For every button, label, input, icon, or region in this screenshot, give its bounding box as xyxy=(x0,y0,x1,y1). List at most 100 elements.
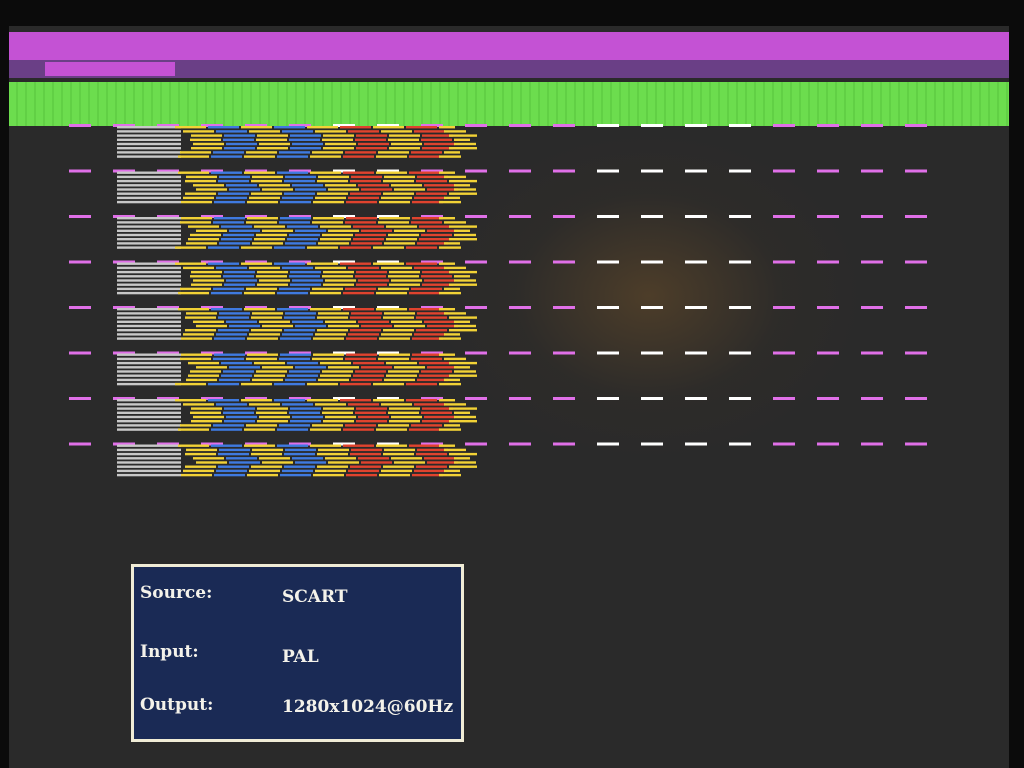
pattern-stripe xyxy=(406,126,437,129)
pattern-stripe xyxy=(247,217,278,220)
pattern-stripe xyxy=(193,320,224,323)
pattern-dash xyxy=(465,351,487,355)
pattern-stripe xyxy=(439,444,455,447)
pattern-stripe xyxy=(262,229,293,232)
pattern-stripe xyxy=(388,275,419,278)
pattern-stripe xyxy=(355,370,386,373)
pattern-stripe xyxy=(350,465,381,468)
pattern-dash xyxy=(773,397,795,400)
pattern-stripe xyxy=(183,266,214,270)
pattern-stripe xyxy=(328,188,359,191)
pattern-stripe xyxy=(218,329,249,332)
pattern-stripe xyxy=(249,403,280,406)
pattern-stripe xyxy=(439,428,461,431)
pattern-stripe xyxy=(325,415,356,419)
pattern-stripe xyxy=(350,316,381,319)
pattern-dash xyxy=(905,397,927,400)
pattern-stripe xyxy=(117,407,181,410)
pattern-stripe xyxy=(279,424,310,427)
pattern-stripe xyxy=(117,415,181,419)
pattern-stripe xyxy=(421,138,452,141)
pattern-stripe xyxy=(247,353,278,356)
pattern-stripe xyxy=(178,171,209,174)
pattern-stripe xyxy=(323,283,354,286)
pattern-stripe xyxy=(454,138,470,141)
pattern-dash xyxy=(817,169,839,173)
pattern-dash xyxy=(905,124,927,127)
pattern-stripe xyxy=(361,461,392,464)
pattern-stripe xyxy=(117,287,181,291)
pattern-dash xyxy=(597,397,619,400)
pattern-stripe xyxy=(318,242,349,245)
pattern-stripe xyxy=(444,266,466,270)
pattern-stripe xyxy=(406,382,437,386)
pattern-stripe xyxy=(318,378,349,382)
pattern-stripe xyxy=(317,179,348,183)
pattern-stripe xyxy=(351,378,382,382)
pattern-stripe xyxy=(208,246,239,249)
pattern-dash xyxy=(465,215,487,218)
pattern-stripe xyxy=(186,175,217,179)
pattern-dash xyxy=(597,351,619,355)
pattern-stripe xyxy=(343,308,374,311)
pattern-stripe xyxy=(216,403,247,406)
pattern-stripe xyxy=(411,287,442,291)
pattern-stripe xyxy=(191,283,222,286)
pattern-dash xyxy=(817,306,839,309)
pattern-stripe xyxy=(361,366,392,369)
pattern-stripe xyxy=(328,461,359,464)
pattern-stripe xyxy=(117,192,181,195)
pattern-stripe xyxy=(117,142,181,146)
pattern-stripe xyxy=(186,448,217,452)
pattern-stripe xyxy=(226,279,257,282)
pattern-stripe xyxy=(449,452,477,456)
pattern-stripe xyxy=(249,266,280,270)
pattern-stripe xyxy=(117,337,181,340)
pattern-stripe xyxy=(246,357,277,361)
pattern-stripe xyxy=(223,275,254,278)
pattern-stripe xyxy=(175,382,206,386)
screen-area: Source: SCART Input: PAL Output: 1280x10… xyxy=(9,26,1009,768)
pattern-dash xyxy=(641,442,663,446)
pattern-stripe xyxy=(117,473,181,477)
pattern-stripe xyxy=(343,291,374,295)
pattern-stripe xyxy=(343,428,374,431)
pattern-stripe xyxy=(241,382,272,386)
pattern-stripe xyxy=(313,200,344,204)
pattern-stripe xyxy=(391,142,422,146)
pattern-stripe xyxy=(226,415,257,419)
pattern-stripe xyxy=(345,424,376,427)
pattern-stripe xyxy=(348,469,379,473)
pattern-stripe xyxy=(188,225,219,228)
pattern-stripe xyxy=(348,333,379,336)
pattern-stripe xyxy=(247,200,278,204)
pattern-stripe xyxy=(409,428,440,431)
pattern-stripe xyxy=(386,225,417,228)
pattern-stripe xyxy=(226,142,257,146)
pattern-stripe xyxy=(214,200,245,204)
pattern-stripe xyxy=(193,142,224,146)
pattern-stripe xyxy=(444,221,466,224)
pattern-stripe xyxy=(280,353,311,356)
pattern-stripe xyxy=(221,225,252,228)
pattern-stripe xyxy=(295,188,326,191)
pattern-dash xyxy=(641,351,663,355)
pattern-dash xyxy=(553,306,575,309)
pattern-stripe xyxy=(117,279,181,282)
pattern-dash xyxy=(729,124,751,127)
pattern-stripe xyxy=(244,291,275,295)
pattern-stripe xyxy=(414,196,445,200)
pattern-stripe xyxy=(391,457,422,460)
pattern-stripe xyxy=(348,266,379,270)
pattern-dash xyxy=(861,442,883,446)
pattern-stripe xyxy=(310,308,341,311)
pattern-stripe xyxy=(356,147,387,150)
pattern-stripe xyxy=(439,171,455,174)
pattern-stripe xyxy=(284,192,315,195)
pattern-stripe xyxy=(183,130,214,133)
pattern-stripe xyxy=(218,192,249,195)
pattern-stripe xyxy=(186,242,217,245)
pattern-stripe xyxy=(190,370,221,373)
pattern-stripe xyxy=(295,461,326,464)
pattern-stripe xyxy=(444,175,466,179)
